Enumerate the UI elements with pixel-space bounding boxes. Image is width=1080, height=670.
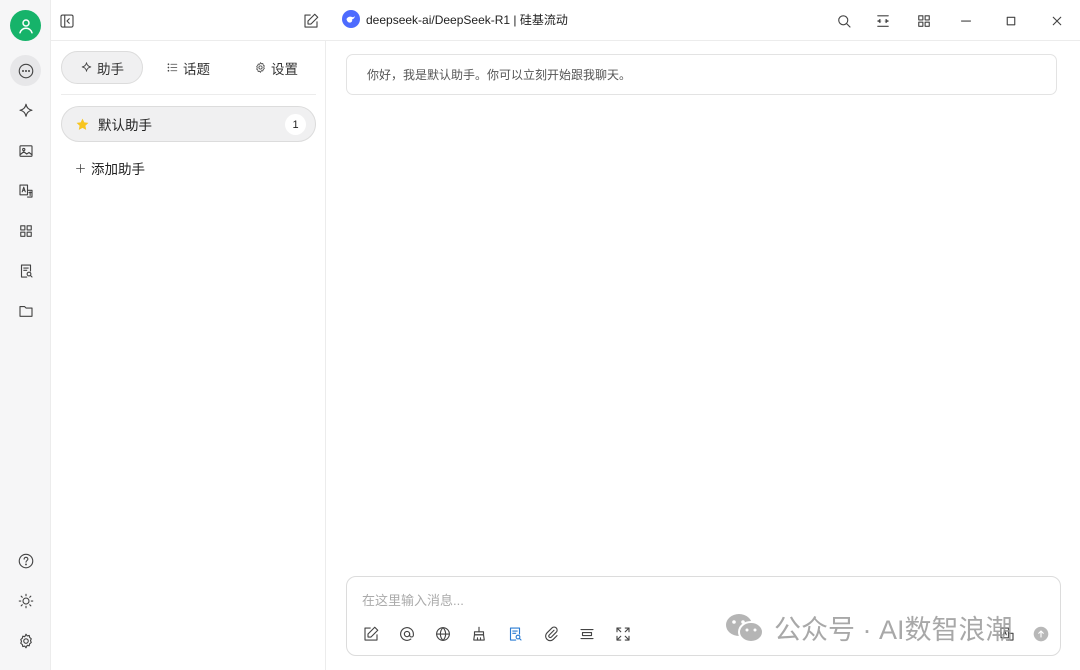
globe-icon	[436, 627, 450, 641]
expand-input-button[interactable]	[612, 623, 634, 645]
edit-icon	[364, 626, 379, 641]
broom-icon	[473, 626, 485, 641]
mini-apps-button[interactable]	[911, 8, 937, 34]
assistant-sidebar: 助手 话题 设置 默认助手 1 添加助手	[51, 41, 326, 670]
agents-nav-button[interactable]	[10, 95, 41, 126]
prompt-button[interactable]	[360, 623, 382, 645]
files-nav-button[interactable]	[10, 295, 41, 326]
theme-toggle-button[interactable]	[10, 585, 41, 616]
document-search-icon	[509, 627, 522, 641]
tab-assistants-label: 助手	[97, 61, 124, 77]
gear-icon	[19, 633, 32, 648]
welcome-text: 你好，我是默认助手。你可以立刻开始跟我聊天。	[367, 68, 632, 82]
web-search-button[interactable]	[432, 623, 454, 645]
maximize-button[interactable]	[998, 8, 1024, 34]
help-icon	[18, 553, 33, 568]
knowledge-nav-button[interactable]	[10, 255, 41, 286]
paperclip-icon	[545, 626, 558, 642]
sidebar-collapse-icon	[60, 14, 74, 28]
assistant-name: 默认助手	[98, 118, 152, 133]
tab-topics-label: 话题	[183, 61, 210, 77]
mention-model-button[interactable]	[396, 623, 418, 645]
deepseek-logo-icon	[342, 10, 360, 28]
chat-bubble-icon	[18, 63, 33, 78]
new-chat-button[interactable]	[298, 8, 324, 34]
sparkle-icon	[18, 103, 33, 117]
close-button[interactable]	[1044, 8, 1070, 34]
image-nav-button[interactable]	[10, 135, 41, 166]
chat-nav-button[interactable]	[10, 55, 41, 86]
message-composer[interactable]: 在这里输入消息...	[346, 576, 1061, 656]
help-nav-button[interactable]	[10, 545, 41, 576]
message-input[interactable]: 在这里输入消息...	[362, 590, 464, 609]
tab-topics[interactable]: 话题	[153, 51, 223, 84]
new-context-button[interactable]	[576, 623, 598, 645]
sun-icon	[18, 593, 33, 608]
nav-rail	[0, 0, 51, 670]
title-bar: deepseek-ai/DeepSeek-R1 | 硅基流动	[51, 0, 1080, 41]
expand-icon	[616, 627, 630, 641]
tab-settings-label: 设置	[271, 61, 298, 77]
sidebar-divider	[61, 94, 316, 95]
gear-icon	[256, 62, 265, 73]
document-search-icon	[20, 263, 33, 278]
image-icon	[18, 144, 33, 157]
send-icon	[1033, 626, 1049, 642]
translate-icon	[18, 183, 33, 198]
grid-icon	[19, 224, 32, 237]
translate-nav-button[interactable]	[10, 175, 41, 206]
star-icon	[76, 118, 89, 130]
sparkle-icon	[81, 62, 92, 72]
at-icon	[400, 627, 414, 641]
clear-context-button[interactable]	[468, 623, 490, 645]
settings-nav-button[interactable]	[10, 625, 41, 656]
user-icon	[18, 18, 33, 33]
expand-width-icon	[877, 15, 889, 27]
minimize-button[interactable]	[953, 8, 979, 34]
model-selector[interactable]: deepseek-ai/DeepSeek-R1 | 硅基流动	[342, 10, 568, 28]
add-assistant-button[interactable]: 添加助手	[74, 158, 145, 178]
translate-icon	[1000, 627, 1014, 641]
grid-icon	[918, 15, 930, 27]
translate-input-button[interactable]	[996, 623, 1018, 645]
plus-icon	[76, 163, 85, 173]
add-assistant-label: 添加助手	[91, 162, 145, 177]
maximize-icon	[1006, 16, 1016, 26]
assistant-item-default[interactable]: 默认助手 1	[61, 106, 316, 142]
edit-icon	[304, 13, 319, 28]
list-icon	[167, 63, 178, 72]
search-button[interactable]	[831, 8, 857, 34]
user-avatar[interactable]	[10, 10, 41, 41]
welcome-message: 你好，我是默认助手。你可以立刻开始跟我聊天。	[346, 54, 1057, 95]
tab-assistants[interactable]: 助手	[61, 51, 143, 84]
tab-settings[interactable]: 设置	[241, 51, 311, 84]
minimize-icon	[960, 20, 972, 22]
sidebar-tabs: 助手 话题 设置	[61, 51, 316, 84]
divider-icon	[580, 628, 594, 640]
chat-area: 你好，我是默认助手。你可以立刻开始跟我聊天。 在这里输入消息...	[326, 41, 1080, 670]
attach-file-button[interactable]	[540, 623, 562, 645]
toggle-sidebar-button[interactable]	[54, 8, 80, 34]
topic-count-badge: 1	[285, 114, 306, 135]
folder-icon	[18, 305, 33, 317]
close-icon	[1052, 16, 1062, 26]
search-icon	[838, 15, 851, 28]
knowledge-base-button[interactable]	[504, 623, 526, 645]
send-button[interactable]	[1030, 623, 1052, 645]
layout-button[interactable]	[870, 8, 896, 34]
model-title: deepseek-ai/DeepSeek-R1 | 硅基流动	[366, 12, 568, 27]
apps-nav-button[interactable]	[10, 215, 41, 246]
